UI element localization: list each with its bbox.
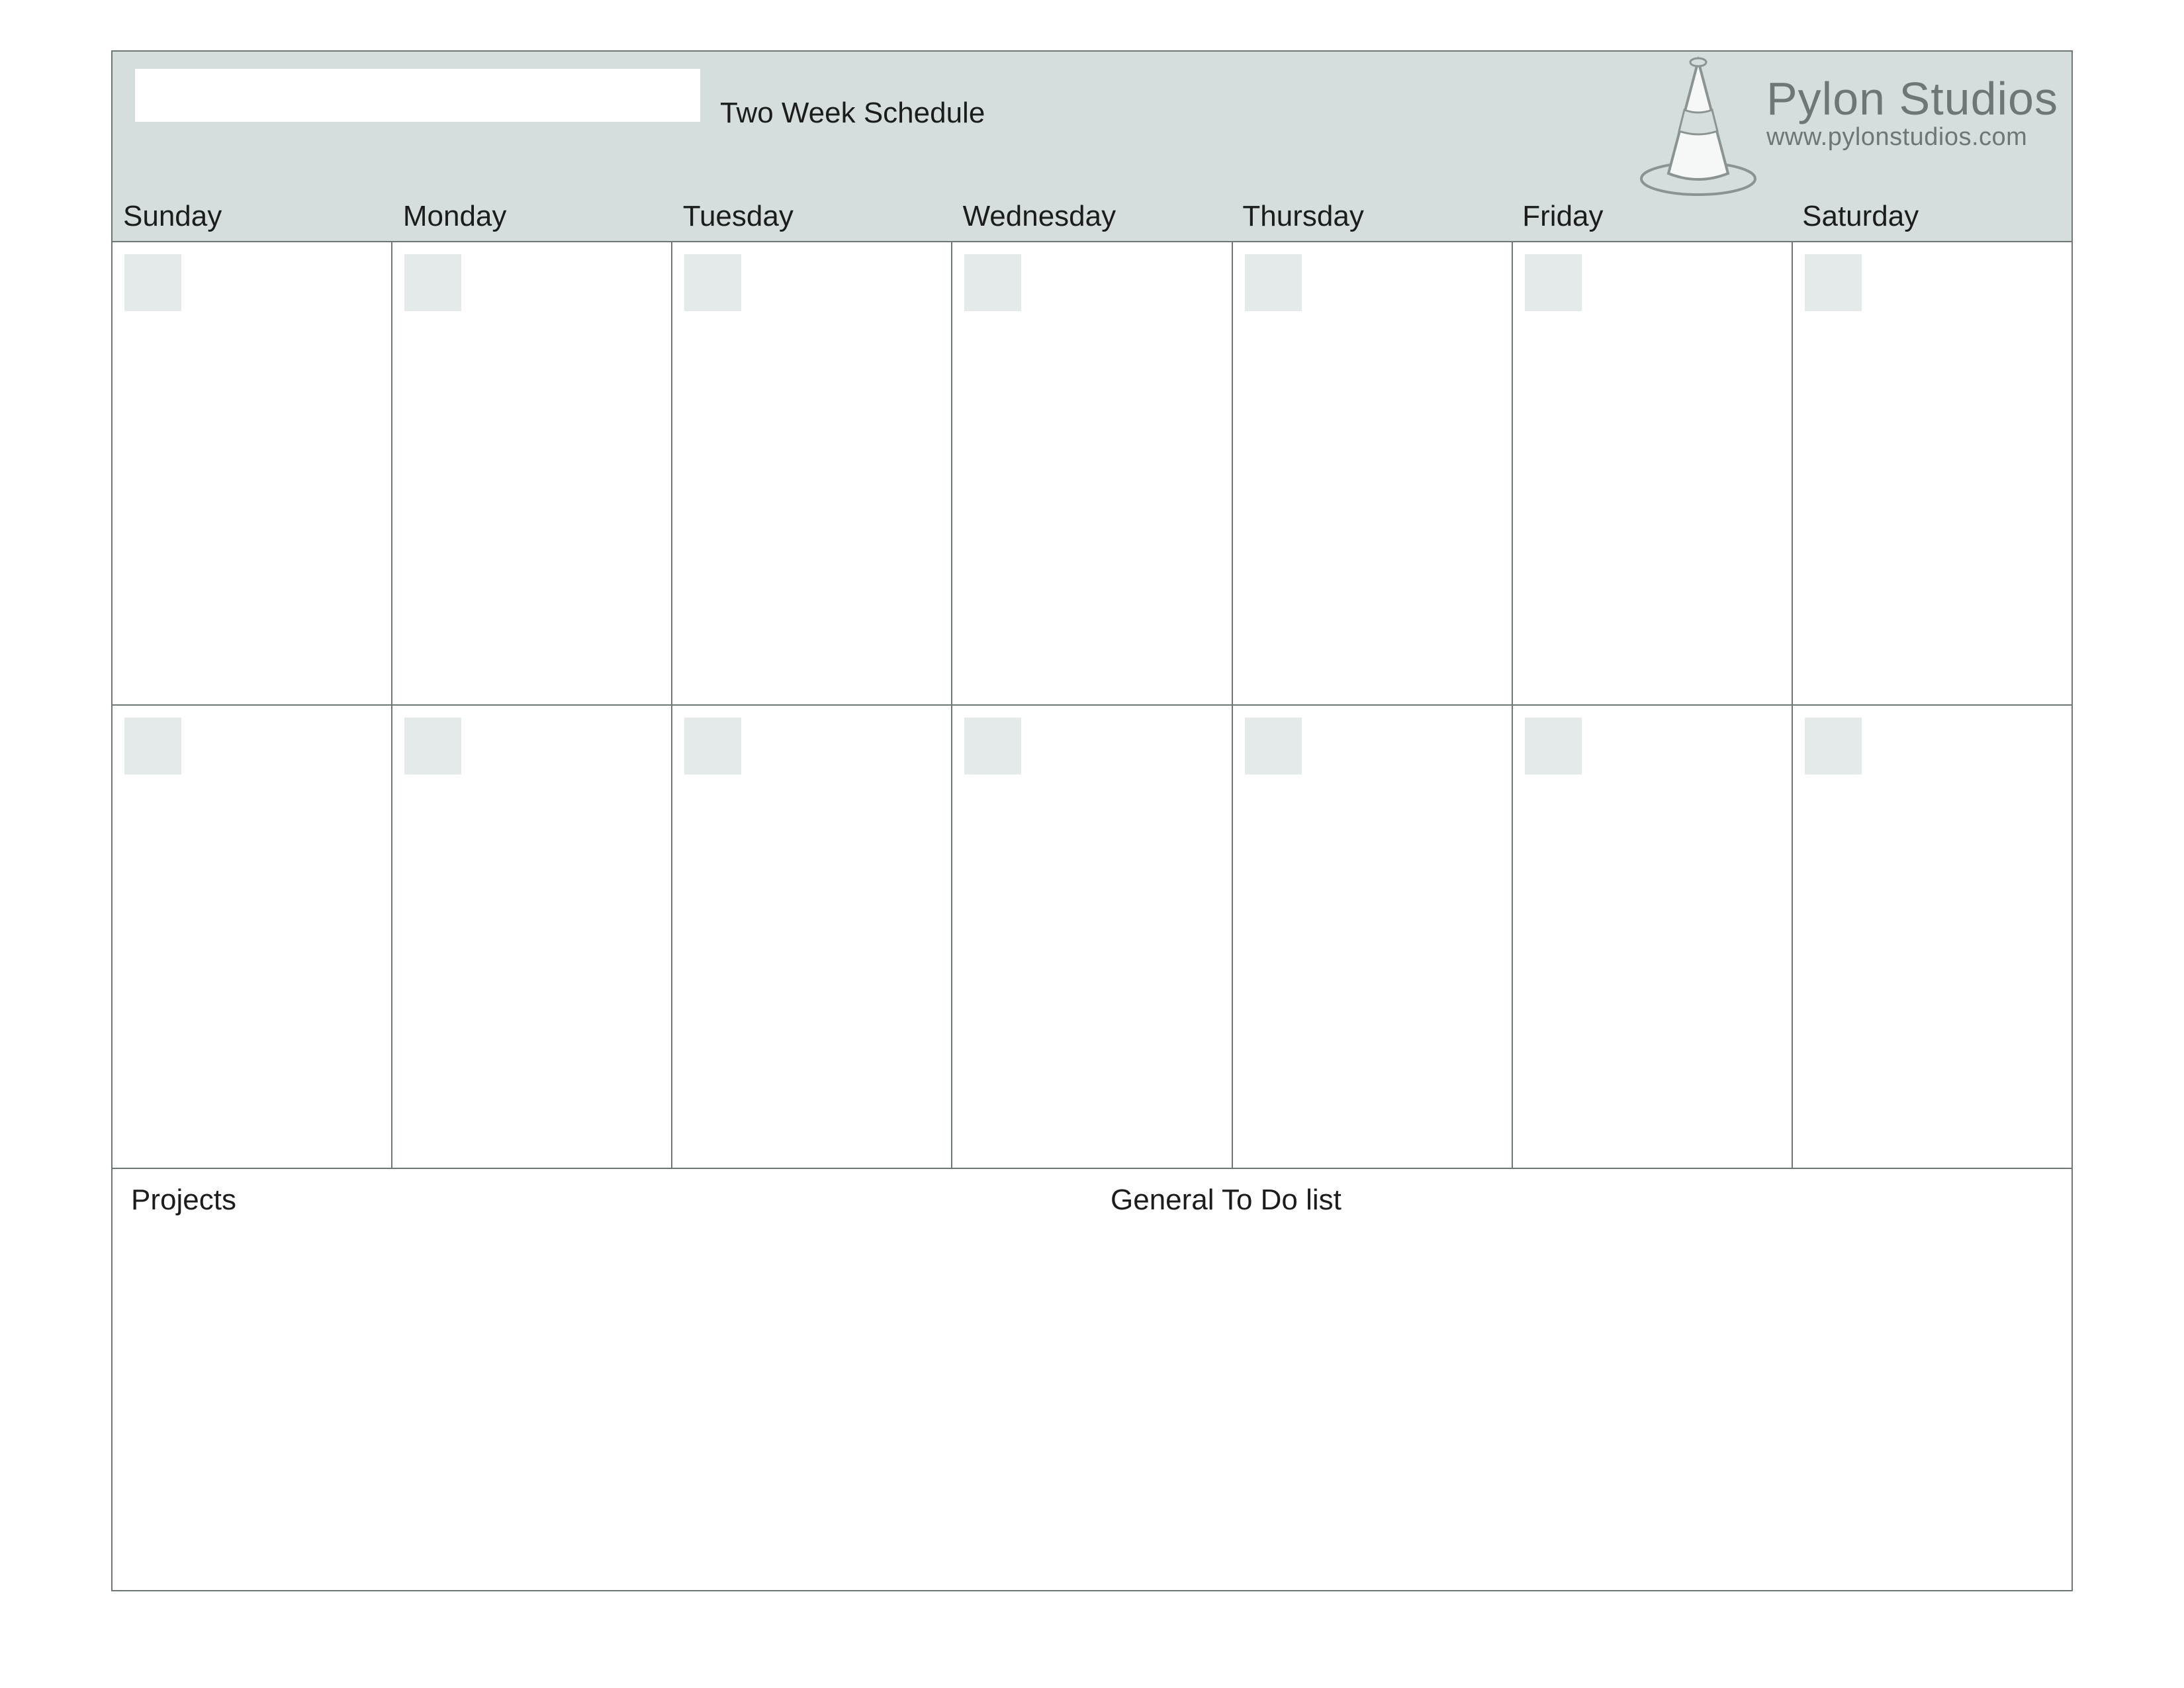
todo-label: General To Do list [1111, 1184, 2053, 1217]
day-cell[interactable] [1233, 704, 1513, 1168]
day-cell[interactable] [113, 704, 392, 1168]
day-cell[interactable] [952, 704, 1232, 1168]
weekday-header-row: Sunday Monday Tuesday Wednesday Thursday… [113, 200, 2071, 233]
projects-panel[interactable]: Projects [113, 1169, 1092, 1590]
date-input[interactable] [404, 718, 461, 774]
brand-name: Pylon Studios [1766, 75, 2058, 122]
schedule-title-input[interactable] [135, 69, 700, 122]
projects-label: Projects [131, 1184, 1073, 1217]
date-input[interactable] [1525, 718, 1582, 774]
day-cell[interactable] [1233, 241, 1513, 704]
date-input[interactable] [684, 718, 741, 774]
schedule-title-label: Two Week Schedule [720, 97, 985, 130]
date-input[interactable] [1805, 718, 1862, 774]
day-cell[interactable] [1513, 241, 1793, 704]
todo-panel[interactable]: General To Do list [1092, 1169, 2071, 1590]
day-cell[interactable] [1513, 704, 1793, 1168]
date-input[interactable] [1805, 254, 1862, 311]
calendar-grid [111, 241, 2073, 1168]
date-input[interactable] [404, 254, 461, 311]
date-input[interactable] [1525, 254, 1582, 311]
date-input[interactable] [964, 718, 1021, 774]
day-cell[interactable] [672, 241, 952, 704]
day-cell[interactable] [113, 241, 392, 704]
date-input[interactable] [124, 254, 181, 311]
brand-url: www.pylonstudios.com [1766, 123, 2058, 152]
brand-logo: Pylon Studios www.pylonstudios.com [1635, 49, 2058, 201]
weekday-label: Wednesday [952, 200, 1232, 233]
day-cell[interactable] [1793, 704, 2073, 1168]
date-input[interactable] [1245, 718, 1302, 774]
weekday-label: Friday [1512, 200, 1792, 233]
weekday-label: Sunday [113, 200, 392, 233]
cone-icon [1635, 49, 1761, 201]
footer-panel: Projects General To Do list [111, 1168, 2073, 1591]
date-input[interactable] [124, 718, 181, 774]
date-input[interactable] [684, 254, 741, 311]
weekday-label: Monday [392, 200, 672, 233]
weekday-label: Tuesday [672, 200, 952, 233]
day-cell[interactable] [392, 241, 672, 704]
weekday-label: Saturday [1792, 200, 2071, 233]
date-input[interactable] [964, 254, 1021, 311]
weekday-label: Thursday [1232, 200, 1512, 233]
date-input[interactable] [1245, 254, 1302, 311]
day-cell[interactable] [392, 704, 672, 1168]
schedule-sheet: Two Week Schedule Pylon Studios www.pylo… [111, 50, 2073, 1593]
header-bar: Two Week Schedule Pylon Studios www.pylo… [111, 50, 2073, 241]
day-cell[interactable] [952, 241, 1232, 704]
day-cell[interactable] [672, 704, 952, 1168]
day-cell[interactable] [1793, 241, 2073, 704]
